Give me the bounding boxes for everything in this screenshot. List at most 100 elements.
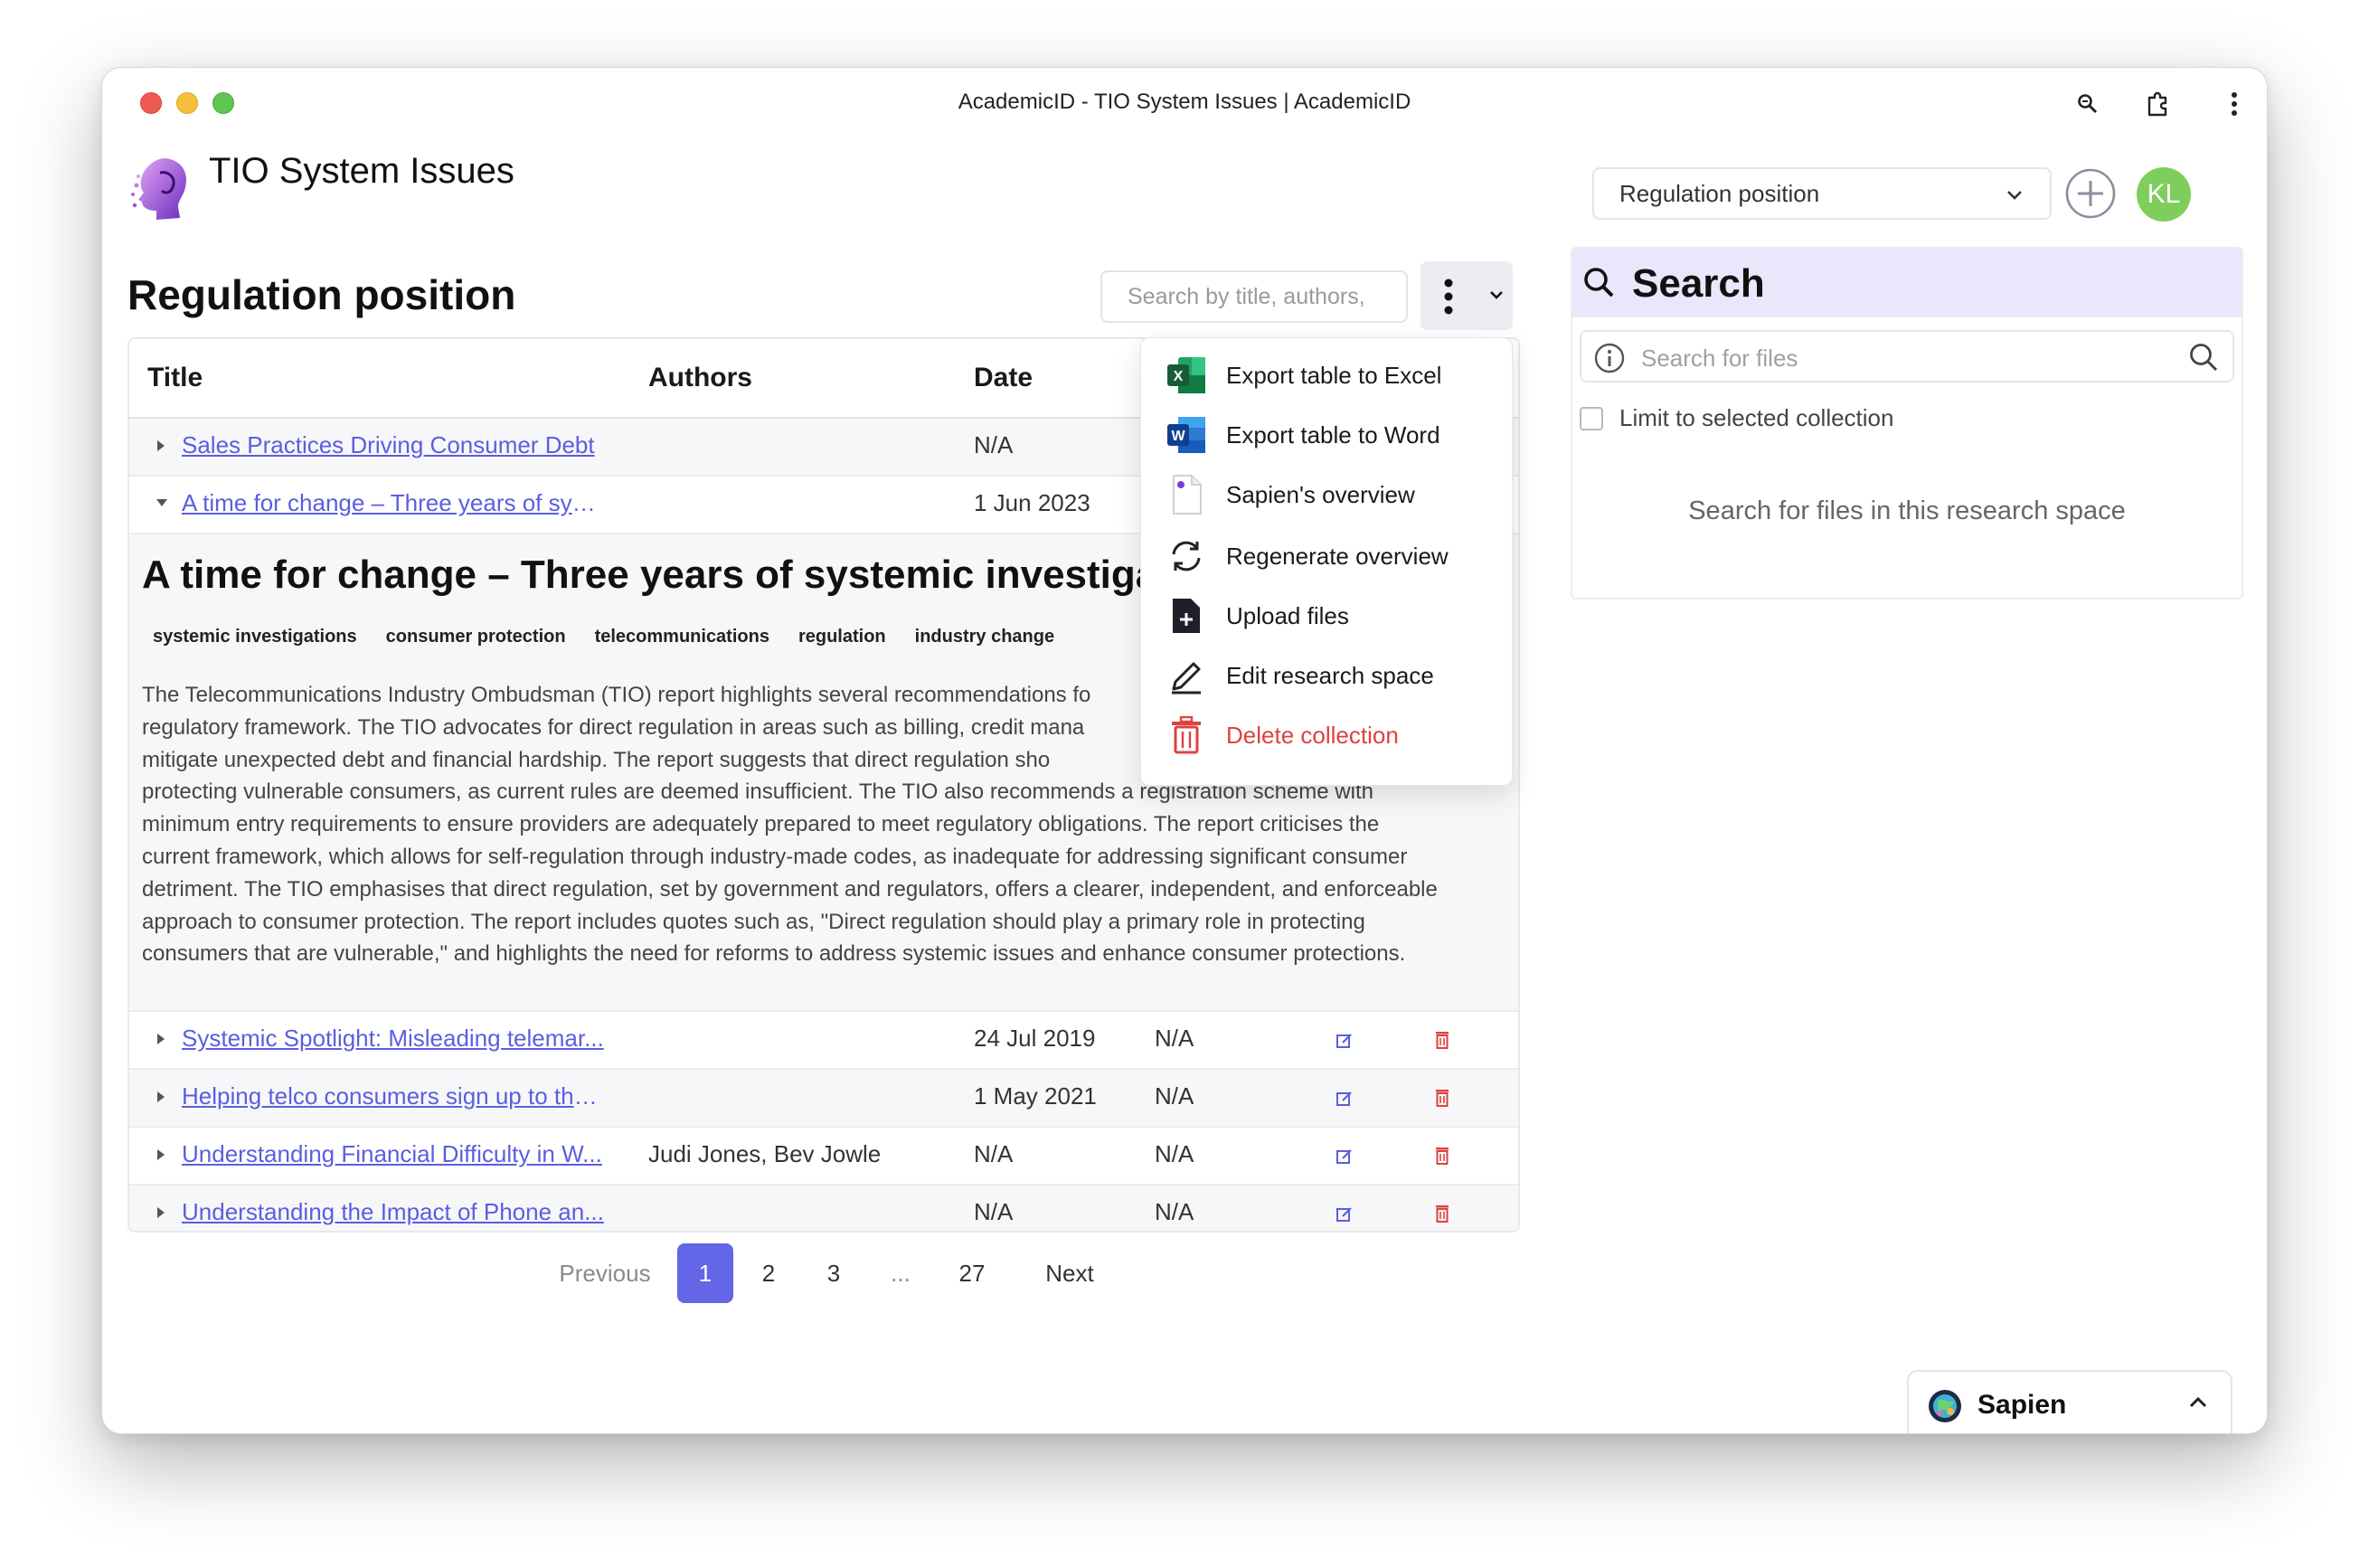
excel-icon: X [1165,354,1208,397]
table-row[interactable]: Understanding Financial Difficulty in W.… [129,1128,1518,1185]
document-date: 1 Jun 2023 [974,489,1090,516]
table-actions-menu: X Export table to Excel W Export table t… [1140,337,1513,786]
menu-item-edit-research-space[interactable]: Edit research space [1141,646,1512,705]
table-row[interactable]: Understanding the Impact of Phone an... … [129,1185,1518,1231]
chevron-up-icon[interactable] [2187,1393,2209,1416]
pagination-ellipsis: ... [891,1259,911,1287]
tag[interactable]: industry change [903,621,1066,653]
document-status: N/A [1155,1140,1194,1167]
document-title-link[interactable]: Helping telco consumers sign up to the .… [182,1082,605,1110]
add-collection-button[interactable] [2064,167,2117,220]
edit-icon[interactable] [1336,1205,1354,1223]
expand-caret-icon[interactable] [155,439,167,453]
trash-icon[interactable] [1433,1146,1451,1166]
sapien-assistant-widget[interactable]: Sapien [1907,1370,2232,1433]
trash-icon [1165,713,1208,757]
summary-line: detriment. The TIO emphasises that direc… [142,876,1438,902]
browser-window: AcademicID - TIO System Issues | Academi… [101,67,2268,1434]
table-search-input[interactable]: Search by title, authors, [1100,270,1408,323]
document-status: N/A [1155,1082,1194,1110]
menu-item-label: Delete collection [1226,721,1399,749]
file-search-input[interactable]: Search for files [1580,330,2234,383]
app-title: TIO System Issues [209,151,514,191]
menu-item-sapien-overview[interactable]: Sapien's overview [1141,465,1512,524]
edit-icon[interactable] [1336,1148,1354,1166]
menu-item-regenerate-overview[interactable]: Regenerate overview [1141,526,1512,586]
user-avatar[interactable]: KL [2137,167,2191,222]
tag[interactable]: systemic investigations [142,621,368,653]
table-row[interactable]: Helping telco consumers sign up to the .… [129,1070,1518,1128]
column-header-authors[interactable]: Authors [648,363,752,393]
expand-caret-icon[interactable] [155,1090,167,1104]
pencil-icon [1165,654,1208,697]
more-vertical-icon[interactable] [2214,84,2254,124]
summary-line: approach to consumer protection. The rep… [142,909,1365,934]
tag[interactable]: consumer protection [374,621,577,653]
search-icon [1581,265,1618,306]
menu-item-export-word[interactable]: W Export table to Word [1141,405,1512,465]
column-header-title[interactable]: Title [147,363,203,393]
trash-icon[interactable] [1433,1030,1451,1050]
extensions-icon[interactable] [2138,84,2178,124]
menu-item-label: Export table to Excel [1226,361,1442,389]
chevron-down-icon [1489,288,1504,306]
document-date: N/A [974,431,1014,458]
table-menu-button[interactable] [1420,261,1513,330]
document-date: 1 May 2021 [974,1082,1097,1110]
page-title: Regulation position [127,271,516,318]
expand-caret-icon[interactable] [155,1205,167,1220]
trash-icon[interactable] [1433,1204,1451,1223]
zoom-icon[interactable] [2068,84,2108,124]
document-title-link[interactable]: A time for change – Three years of syst.… [182,489,605,517]
limit-to-collection-option[interactable]: Limit to selected collection [1580,404,1893,432]
chevron-down-icon [2005,184,2025,212]
kebab-icon [1444,278,1453,320]
expand-caret-icon[interactable] [155,1148,167,1162]
document-title-link[interactable]: Sales Practices Driving Consumer Debt [182,431,595,459]
file-search-panel: Search Search for files Limit to selecte… [1571,247,2243,600]
search-icon[interactable] [2187,341,2220,378]
pagination-next[interactable]: Next [1024,1243,1115,1303]
tag-list: systemic investigations consumer protect… [142,621,1072,653]
svg-text:X: X [1174,369,1184,384]
summary-line: consumers that are vulnerable," and high… [142,941,1406,967]
document-date: N/A [974,1140,1014,1167]
menu-item-label: Upload files [1226,601,1349,629]
edit-icon[interactable] [1336,1090,1354,1108]
menu-item-export-excel[interactable]: X Export table to Excel [1141,345,1512,405]
trash-icon[interactable] [1433,1088,1451,1108]
search-empty-message: Search for files in this research space [1688,496,2126,525]
menu-item-delete-collection[interactable]: Delete collection [1141,705,1512,765]
document-date: 24 Jul 2019 [974,1025,1096,1052]
info-icon[interactable] [1594,343,1625,378]
document-title-link[interactable]: Understanding the Impact of Phone an... [182,1198,604,1226]
tag[interactable]: regulation [787,621,897,653]
menu-item-label: Edit research space [1226,661,1434,689]
menu-item-upload-files[interactable]: Upload files [1141,586,1512,646]
edit-icon[interactable] [1336,1032,1354,1050]
document-title-link[interactable]: Understanding Financial Difficulty in W.… [182,1140,602,1168]
document-title-link[interactable]: Systemic Spotlight: Misleading telemar..… [182,1025,604,1053]
pagination-page[interactable]: 27 [945,1243,999,1303]
limit-label: Limit to selected collection [1619,404,1894,431]
title-bar: AcademicID - TIO System Issues | Academi… [102,68,2267,140]
expand-caret-icon[interactable] [155,1032,167,1046]
collection-select[interactable]: Regulation position [1592,167,2052,220]
sapien-name: Sapien [1977,1390,2067,1420]
file-plus-icon [1165,594,1208,638]
document-icon [1165,473,1208,516]
tag[interactable]: telecommunications [583,621,780,653]
limit-checkbox[interactable] [1580,406,1603,430]
search-panel-title: Search [1632,261,1765,306]
pagination-page[interactable]: 1 [677,1243,733,1303]
menu-item-label: Export table to Word [1226,420,1440,449]
pagination-page[interactable]: 2 [746,1243,791,1303]
search-panel-header: Search [1572,249,2242,317]
menu-item-label: Sapien's overview [1226,480,1415,508]
collapse-caret-icon[interactable] [155,496,167,511]
pagination-previous[interactable]: Previous [542,1243,668,1303]
column-header-date[interactable]: Date [974,363,1033,393]
pagination-page[interactable]: 3 [811,1243,856,1303]
table-row[interactable]: Systemic Spotlight: Misleading telemar..… [129,1012,1518,1070]
menu-item-label: Regenerate overview [1226,542,1449,570]
